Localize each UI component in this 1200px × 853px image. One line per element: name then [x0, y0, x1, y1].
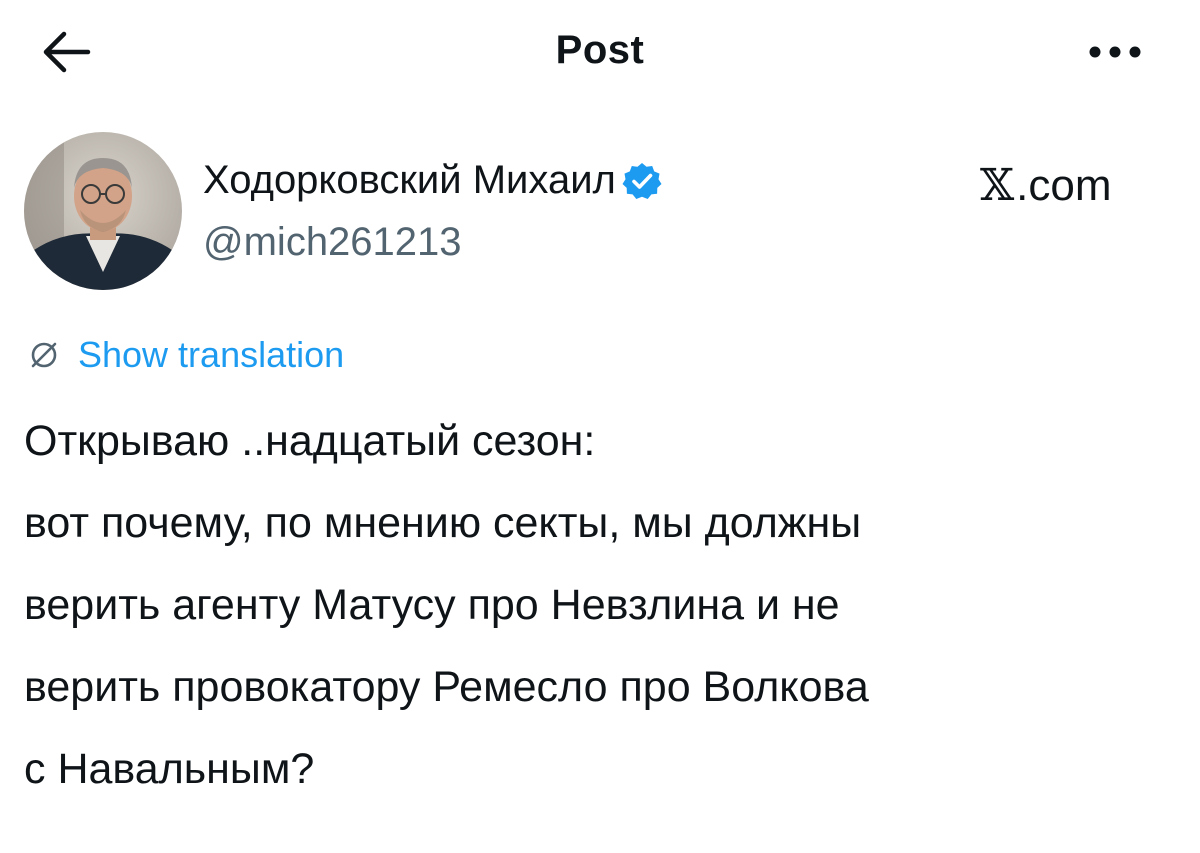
- brand-suffix: .com: [1016, 160, 1112, 210]
- more-options-button[interactable]: [1080, 30, 1150, 74]
- page-title: Post: [555, 28, 645, 72]
- show-translation-label: Show translation: [78, 334, 345, 375]
- author-name-text: Ходорковский Михаил: [203, 158, 616, 202]
- avatar[interactable]: [24, 132, 182, 290]
- profile-photo: [24, 132, 182, 290]
- tweet-line: Открываю ..надцатый сезон:: [24, 417, 596, 465]
- tweet-text: Открываю ..надцатый сезон: вот почему, п…: [24, 400, 1184, 810]
- show-translation-link[interactable]: Show translation: [24, 334, 344, 376]
- x-logo-icon: 𝕏: [980, 160, 1015, 211]
- tweet-line: вот почему, по мнению секты, мы должны: [24, 499, 862, 547]
- globe-icon: [24, 335, 64, 375]
- brand-watermark: 𝕏 .com: [980, 160, 1112, 211]
- tweet-line: с Навальным?: [24, 745, 315, 793]
- tweet-line: верить агенту Матусу про Невзлина и не: [24, 581, 840, 629]
- top-bar: Post: [0, 0, 1200, 110]
- author-handle[interactable]: @mich261213: [203, 220, 462, 265]
- verified-badge-icon: [622, 161, 662, 201]
- author-name[interactable]: Ходорковский Михаил: [203, 158, 662, 203]
- tweet-line: верить провокатору Ремесло про Волкова: [24, 663, 869, 711]
- ellipsis-icon: [1089, 46, 1141, 58]
